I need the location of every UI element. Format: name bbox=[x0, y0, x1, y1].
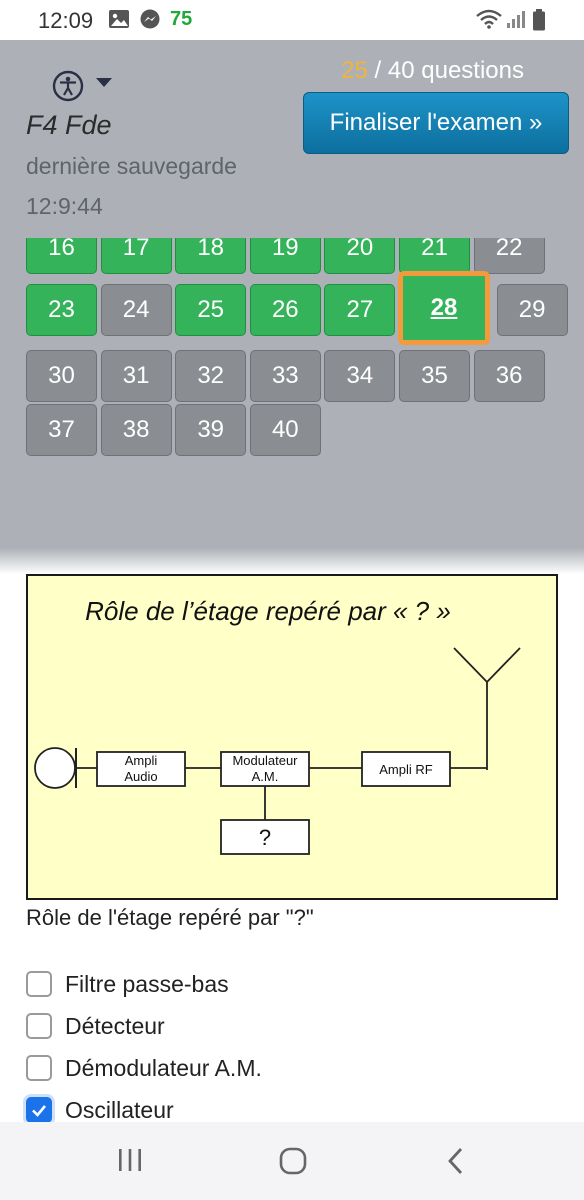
question-cell[interactable]: 20 bbox=[324, 238, 396, 274]
status-bar: 12:09 75 bbox=[0, 0, 584, 40]
signal-icon bbox=[506, 9, 526, 34]
question-cell[interactable]: 24 bbox=[100, 284, 172, 336]
block-diagram: Rôle de l’étage repéré par « ? » Ampli A… bbox=[26, 574, 558, 900]
question-cell[interactable]: 30 bbox=[26, 350, 97, 402]
option-label: Détecteur bbox=[65, 1012, 165, 1039]
question-cell[interactable]: 35 bbox=[399, 350, 470, 402]
option-detecteur[interactable]: Détecteur bbox=[26, 1011, 165, 1041]
question-progress: 25 / 40 questions bbox=[341, 57, 524, 85]
question-cell[interactable]: 37 bbox=[26, 404, 97, 456]
option-label: Démodulateur A.M. bbox=[65, 1054, 262, 1081]
question-cell[interactable]: 40 bbox=[249, 404, 321, 456]
question-cell[interactable]: 29 bbox=[496, 284, 568, 336]
checkbox[interactable] bbox=[26, 1013, 52, 1039]
notification-count: 75 bbox=[170, 8, 193, 30]
question-cell[interactable]: 17 bbox=[100, 238, 172, 274]
question-cell[interactable]: 21 bbox=[399, 238, 470, 274]
question-cell[interactable]: 31 bbox=[100, 350, 172, 402]
system-nav-bar bbox=[0, 1122, 584, 1200]
option-oscillateur[interactable]: Oscillateur bbox=[26, 1095, 174, 1125]
svg-text:Ampli RF: Ampli RF bbox=[379, 762, 433, 777]
question-cell[interactable]: 25 bbox=[175, 284, 247, 336]
svg-text:Audio: Audio bbox=[124, 769, 157, 784]
question-grid: 16 17 18 19 20 21 22 23 24 25 26 27 28 29 30 31 32 33 34 35… bbox=[0, 238, 584, 468]
question-cell[interactable]: 23 bbox=[26, 284, 97, 336]
question-cell[interactable]: 38 bbox=[100, 404, 172, 456]
panel-shadow bbox=[0, 548, 584, 574]
status-time: 12:09 bbox=[38, 8, 94, 33]
last-saved-time: 12:9:44 bbox=[26, 193, 103, 219]
messenger-icon bbox=[139, 9, 161, 36]
svg-text:Ampli: Ampli bbox=[125, 753, 158, 768]
last-saved-label: dernière sauvegarde bbox=[26, 153, 237, 179]
question-cell[interactable]: 36 bbox=[473, 350, 545, 402]
question-cell[interactable]: 27 bbox=[324, 284, 396, 336]
question-cell[interactable]: 33 bbox=[249, 350, 321, 402]
checkbox[interactable] bbox=[26, 971, 52, 997]
gallery-icon bbox=[108, 9, 130, 34]
checkmark-icon bbox=[32, 1105, 46, 1117]
question-cell[interactable]: 16 bbox=[26, 238, 97, 274]
progress-current: 25 bbox=[341, 57, 368, 84]
question-text: Rôle de l'étage repéré par "?" bbox=[26, 905, 314, 930]
battery-icon bbox=[532, 9, 546, 36]
microphone-icon bbox=[34, 747, 76, 789]
question-cell[interactable]: 32 bbox=[175, 350, 247, 402]
finalize-exam-button[interactable]: Finaliser l'examen » bbox=[303, 92, 569, 154]
back-icon[interactable] bbox=[446, 1147, 466, 1180]
question-cell[interactable]: 18 bbox=[175, 238, 247, 274]
question-cell[interactable]: 26 bbox=[249, 284, 321, 336]
progress-total: / 40 questions bbox=[367, 57, 524, 84]
diagram-title: Rôle de l’étage repéré par « ? » bbox=[85, 596, 451, 626]
svg-text:A.M.: A.M. bbox=[252, 769, 279, 784]
option-label: Oscillateur bbox=[65, 1096, 174, 1123]
question-cell-current[interactable]: 28 bbox=[398, 271, 490, 345]
recent-apps-icon[interactable] bbox=[116, 1147, 144, 1178]
svg-text:?: ? bbox=[259, 825, 271, 850]
home-icon[interactable] bbox=[278, 1147, 308, 1180]
question-cell[interactable]: 39 bbox=[175, 404, 247, 456]
question-cell[interactable]: 22 bbox=[473, 238, 545, 274]
option-filtre-passe-bas[interactable]: Filtre passe-bas bbox=[26, 969, 229, 999]
callsign: F4 Fde bbox=[26, 110, 112, 140]
question-cell[interactable]: 34 bbox=[324, 350, 396, 402]
question-cell[interactable]: 19 bbox=[249, 238, 321, 274]
option-label: Filtre passe-bas bbox=[65, 970, 229, 997]
svg-text:Modulateur: Modulateur bbox=[232, 753, 298, 768]
checkbox-checked[interactable] bbox=[26, 1097, 52, 1123]
wifi-icon bbox=[476, 9, 502, 34]
option-demodulateur-am[interactable]: Démodulateur A.M. bbox=[26, 1053, 262, 1083]
accessibility-icon[interactable] bbox=[52, 70, 84, 102]
chevron-down-icon[interactable] bbox=[96, 78, 112, 87]
checkbox[interactable] bbox=[26, 1055, 52, 1081]
